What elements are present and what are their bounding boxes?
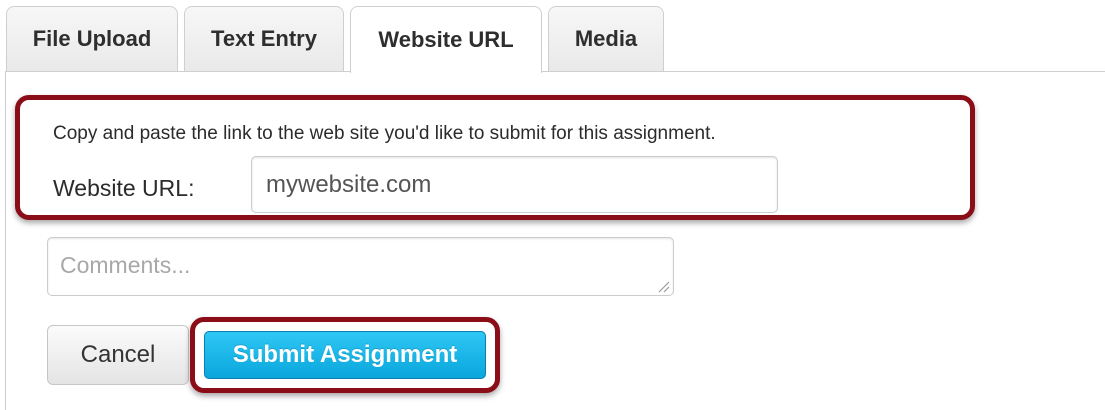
website-url-input[interactable] — [251, 156, 778, 213]
tab-website-url[interactable]: Website URL — [350, 6, 542, 73]
tab-text-entry[interactable]: Text Entry — [184, 6, 344, 71]
tab-label: Website URL — [378, 27, 514, 52]
website-url-label: Website URL: — [53, 175, 195, 201]
tab-label: File Upload — [32, 26, 152, 51]
website-url-panel: Copy and paste the link to the web site … — [15, 95, 975, 220]
resize-grip-icon[interactable] — [656, 279, 670, 293]
tab-label: Text Entry — [211, 26, 317, 51]
instructions-text: Copy and paste the link to the web site … — [53, 123, 716, 144]
tab-bar-divider — [5, 71, 1105, 72]
cancel-button[interactable]: Cancel — [47, 325, 189, 385]
comments-textarea[interactable] — [47, 237, 674, 296]
assignment-submission-page: File Upload Text Entry Website URL Media… — [0, 0, 1105, 410]
tab-file-upload[interactable]: File Upload — [6, 6, 178, 71]
submit-assignment-button[interactable]: Submit Assignment — [204, 331, 486, 379]
submit-button-highlight: Submit Assignment — [190, 317, 500, 393]
tab-media[interactable]: Media — [548, 6, 664, 71]
content-left-border — [5, 71, 6, 410]
tab-label: Media — [574, 26, 638, 51]
